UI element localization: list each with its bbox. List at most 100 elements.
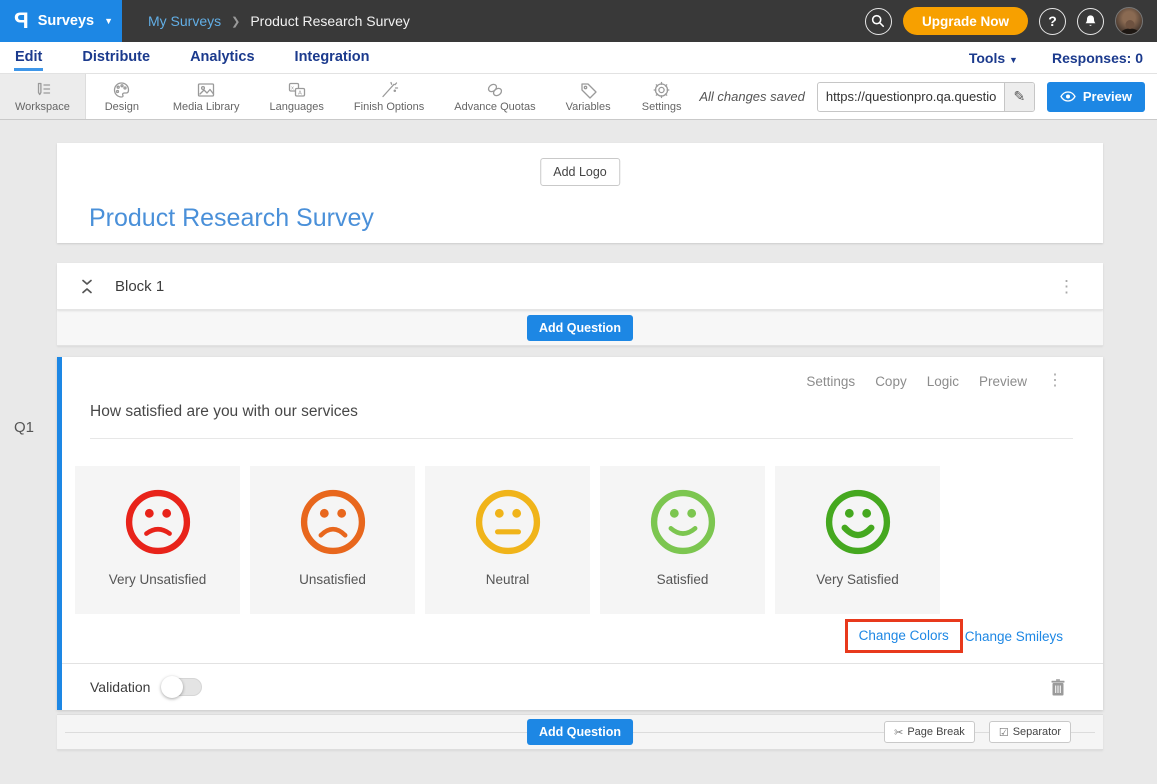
add-question-row-top: Add Question (57, 310, 1103, 346)
separator-button[interactable]: ☑ Separator (989, 721, 1071, 743)
validation-label: Validation (90, 679, 150, 695)
add-question-button-top[interactable]: Add Question (527, 315, 633, 341)
workspace-icon (33, 80, 52, 99)
toolbar-media-library[interactable]: Media Library (158, 74, 255, 119)
smiley-options: Very Unsatisfied Unsatisfied (75, 466, 1103, 614)
collapse-block-button[interactable] (81, 279, 93, 294)
tab-distribute[interactable]: Distribute (81, 44, 151, 71)
block-menu-button[interactable]: ⋮ (1058, 278, 1075, 295)
toolbar-design[interactable]: Design (86, 74, 158, 119)
search-icon (871, 14, 885, 28)
editor-toolbar: Workspace Design Media Library xA Langua… (0, 74, 1157, 120)
annotation-highlight-box: Change Colors (845, 619, 963, 653)
question-menu-button[interactable]: ⋮ (1047, 373, 1063, 389)
topbar-actions: Upgrade Now ? (865, 0, 1143, 42)
search-button[interactable] (865, 8, 892, 35)
tools-dropdown[interactable]: Tools ▼ (969, 50, 1018, 66)
question-mark-icon: ? (1048, 13, 1057, 29)
palette-icon (112, 80, 131, 99)
links-icon (485, 80, 505, 99)
survey-title[interactable]: Product Research Survey (89, 204, 374, 233)
toolbar-languages[interactable]: xA Languages (254, 74, 338, 119)
breadcrumb-my-surveys[interactable]: My Surveys (148, 13, 221, 29)
option-very-satisfied[interactable]: Very Satisfied (775, 466, 940, 614)
breadcrumb-separator-icon: ❯ (231, 15, 240, 28)
toolbar-settings[interactable]: Settings (626, 74, 698, 119)
option-neutral[interactable]: Neutral (425, 466, 590, 614)
responses-count[interactable]: Responses: 0 (1052, 50, 1143, 66)
very-satisfied-smiley-icon (821, 485, 895, 559)
preview-button[interactable]: Preview (1047, 82, 1145, 112)
option-very-unsatisfied[interactable]: Very Unsatisfied (75, 466, 240, 614)
product-name: Surveys (38, 13, 94, 29)
question-copy-link[interactable]: Copy (875, 374, 907, 389)
question-settings-link[interactable]: Settings (806, 374, 855, 389)
option-satisfied[interactable]: Satisfied (600, 466, 765, 614)
unsatisfied-smiley-icon (296, 485, 370, 559)
validation-row: Validation (62, 663, 1103, 710)
toolbar-advance-quotas[interactable]: Advance Quotas (439, 74, 550, 119)
trash-icon (1051, 679, 1065, 696)
add-question-row-bottom: Add Question ✂ Page Break ☑ Separator (57, 714, 1103, 750)
option-unsatisfied[interactable]: Unsatisfied (250, 466, 415, 614)
toolbar-workspace[interactable]: Workspace (0, 74, 86, 119)
tab-integration[interactable]: Integration (294, 44, 371, 71)
toolbar-finish-options[interactable]: Finish Options (339, 74, 439, 119)
chevron-down-icon: ▼ (104, 16, 113, 26)
question-number: Q1 (14, 419, 34, 436)
avatar[interactable] (1115, 7, 1143, 35)
tab-edit[interactable]: Edit (14, 44, 43, 71)
option-label: Neutral (486, 572, 530, 587)
option-label: Unsatisfied (299, 572, 366, 587)
toolbar-variables[interactable]: Variables (551, 74, 626, 119)
image-icon (196, 80, 216, 99)
block-header: Block 1 ⋮ (57, 263, 1103, 310)
change-colors-link[interactable]: Change Colors (859, 628, 949, 643)
option-label: Very Satisfied (816, 572, 899, 587)
change-smileys-link[interactable]: Change Smileys (965, 629, 1063, 644)
tag-icon (579, 80, 598, 99)
svg-text:A: A (298, 90, 302, 96)
edit-url-button[interactable]: ✎ (1004, 83, 1034, 111)
gear-icon (652, 80, 671, 99)
help-button[interactable]: ? (1039, 8, 1066, 35)
eye-icon (1060, 91, 1076, 102)
satisfied-smiley-icon (646, 485, 720, 559)
breadcrumb: My Surveys ❯ Product Research Survey (148, 13, 410, 29)
checkbox-icon: ☑ (999, 726, 1009, 739)
chevron-down-icon: ▼ (1009, 55, 1018, 65)
block-title[interactable]: Block 1 (115, 278, 164, 295)
question-logic-link[interactable]: Logic (927, 374, 959, 389)
pencil-icon: ✎ (1013, 88, 1025, 105)
very-unsatisfied-smiley-icon (121, 485, 195, 559)
validation-toggle[interactable] (162, 678, 202, 696)
product-switcher[interactable]: P Surveys ▼ (0, 0, 122, 42)
questionpro-logo: P (14, 10, 29, 32)
add-logo-button[interactable]: Add Logo (540, 158, 620, 186)
collapse-icon (81, 279, 93, 294)
add-question-button-bottom[interactable]: Add Question (527, 719, 633, 745)
question-title[interactable]: How satisfied are you with our services (90, 403, 358, 420)
top-bar: P Surveys ▼ My Surveys ❯ Product Researc… (0, 0, 1157, 42)
question-preview-link[interactable]: Preview (979, 374, 1027, 389)
option-label: Very Unsatisfied (109, 572, 207, 587)
save-status: All changes saved (699, 89, 805, 104)
question-card: Settings Copy Logic Preview ⋮ How satisf… (57, 357, 1103, 710)
notifications-button[interactable] (1077, 8, 1104, 35)
wand-icon (380, 80, 399, 99)
tab-analytics[interactable]: Analytics (189, 44, 255, 71)
workspace-canvas: Q1 Add Logo Product Research Survey Bloc… (0, 120, 1157, 784)
survey-nav: Edit Distribute Analytics Integration To… (0, 42, 1157, 74)
survey-url-input[interactable] (818, 89, 1004, 104)
bell-icon (1084, 14, 1097, 28)
svg-text:x: x (291, 85, 294, 91)
scissors-icon: ✂ (894, 726, 903, 739)
delete-question-button[interactable] (1051, 679, 1065, 696)
survey-header-card: Add Logo Product Research Survey (57, 143, 1103, 243)
survey-url-box: ✎ (817, 82, 1035, 112)
breadcrumb-survey-name: Product Research Survey (250, 13, 410, 29)
upgrade-now-button[interactable]: Upgrade Now (903, 7, 1028, 35)
page-break-button[interactable]: ✂ Page Break (884, 721, 975, 743)
option-label: Satisfied (657, 572, 709, 587)
person-silhouette-icon (1116, 20, 1143, 35)
